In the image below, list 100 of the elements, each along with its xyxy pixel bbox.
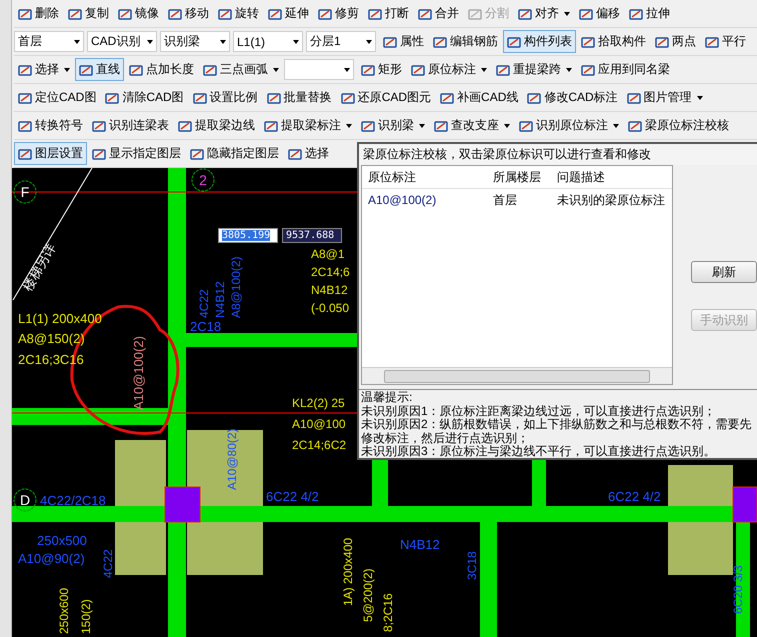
tool-icon — [655, 34, 669, 48]
tool-icon — [268, 6, 282, 20]
tool-icon — [527, 90, 542, 104]
tool-icon — [468, 6, 482, 20]
tool-icon — [507, 34, 521, 48]
toolbar-button[interactable]: 提取梁边线 — [174, 114, 259, 137]
tool-icon — [218, 6, 232, 20]
tool-icon — [18, 118, 32, 132]
tool-icon — [519, 118, 533, 132]
tool-icon — [629, 6, 643, 20]
toolbar-button[interactable]: 批量替换 — [262, 86, 336, 109]
tool-icon — [92, 146, 106, 160]
toolbar-button[interactable]: 删除 — [14, 2, 63, 25]
coordinate-field[interactable]: 9537.688 — [282, 228, 342, 243]
toolbar-button[interactable]: 识别连梁表 — [88, 114, 173, 137]
tool-icon — [496, 62, 510, 76]
toolbar-button[interactable]: 构件列表 — [503, 30, 576, 53]
tool-icon — [105, 90, 120, 104]
toolbar-button[interactable]: 设置比例 — [188, 86, 262, 109]
toolbar-button[interactable]: 打断 — [364, 2, 413, 25]
tool-icon — [129, 62, 143, 76]
tool-icon — [579, 6, 593, 20]
toolbar-button[interactable]: 两点 — [651, 30, 700, 53]
toolbar-button[interactable]: 清除CAD图 — [101, 86, 188, 109]
toolbar-button[interactable]: 隐藏指定图层 — [186, 142, 283, 165]
cad-annotation: KL2(2) 25 — [292, 396, 345, 410]
column-header[interactable]: 原位标注 — [362, 168, 487, 186]
toolbar-button[interactable]: 修改CAD标注 — [523, 86, 622, 109]
column-header[interactable]: 问题描述 — [553, 168, 672, 186]
toolbar-button[interactable]: 图片管理 — [622, 86, 707, 109]
toolbar-button[interactable]: 补画CAD线 — [436, 86, 522, 109]
dropdown-field[interactable]: 识别梁 — [160, 31, 230, 52]
toolbar-button[interactable]: 平行 — [701, 30, 750, 53]
tool-icon — [79, 62, 93, 76]
toolbar-button[interactable]: 还原CAD图元 — [336, 86, 436, 109]
toolbar-button[interactable]: 矩形 — [357, 58, 406, 81]
dropdown-field[interactable]: 分层1 — [306, 31, 376, 52]
toolbar-button[interactable]: 镜像 — [114, 2, 163, 25]
tool-icon — [203, 62, 217, 76]
dropdown-field[interactable]: L1(1) — [233, 31, 303, 52]
toolbar-button[interactable]: 点加长度 — [125, 58, 198, 81]
cad-annotation: 1A) 200x400 — [341, 538, 355, 606]
cad-annotation: 250x500 — [37, 533, 87, 548]
toolbar-button[interactable]: 梁原位标注校核 — [624, 114, 733, 137]
toolbar-button[interactable]: 拾取构件 — [577, 30, 650, 53]
toolbar-button[interactable]: 三点画弧 — [199, 58, 283, 81]
cad-annotation: (-0.050 — [311, 301, 350, 315]
axis-marker: D — [14, 488, 36, 512]
dropdown-field[interactable]: 首层 — [14, 31, 84, 52]
tool-icon — [18, 6, 32, 20]
toolbar-button[interactable]: 应用到同名梁 — [577, 58, 674, 81]
tool-icon — [418, 6, 432, 20]
toolbar-button[interactable]: 属性 — [379, 30, 428, 53]
cad-annotation: 2C14;6C2 — [292, 438, 346, 452]
tool-icon — [318, 6, 332, 20]
toolbar-button[interactable]: 重提梁跨 — [492, 58, 576, 81]
horizontal-scrollbar[interactable] — [362, 367, 672, 384]
toolbar-button[interactable]: 合并 — [414, 2, 463, 25]
tip-text: 未识别原因1：原位标注距离梁边线过远，可以直接进行点选识别； — [361, 404, 717, 418]
toolbar-button[interactable]: 拉伸 — [625, 2, 674, 25]
toolbar-button[interactable]: 对齐 — [514, 2, 574, 25]
toolbar-button[interactable]: 识别梁 — [357, 114, 429, 137]
toolbar-button[interactable]: 提取梁标注 — [260, 114, 356, 137]
cad-annotation: A10@100(2) — [131, 336, 146, 410]
tool-icon — [192, 90, 207, 104]
toolbar-button[interactable]: 偏移 — [575, 2, 624, 25]
table-cell-text: A10@100(2) — [367, 193, 438, 207]
toolbar-button[interactable]: 选择 — [284, 142, 333, 165]
column-header[interactable]: 所属楼层 — [487, 168, 553, 186]
toolbar-button[interactable]: 编辑钢筋 — [429, 30, 502, 53]
toolbar-button[interactable]: 转换符号 — [14, 114, 87, 137]
cad-annotation: A8@1 — [311, 247, 345, 261]
toolbar-button[interactable]: 查改支座 — [430, 114, 514, 137]
tool-icon — [705, 34, 719, 48]
cad-annotation: 楼梯另详 — [20, 240, 59, 294]
toolbar-button[interactable]: 识别原位标注 — [515, 114, 623, 137]
toolbar-button[interactable]: 显示指定图层 — [88, 142, 185, 165]
tool-icon — [18, 146, 32, 160]
toolbar-button[interactable]: 直线 — [75, 58, 124, 81]
cad-annotation: 5@200(2) — [361, 568, 375, 622]
toolbar-button[interactable]: 移动 — [164, 2, 213, 25]
toolbar-button[interactable]: 定位CAD图 — [14, 86, 100, 109]
dropdown-field[interactable]: CAD识别 — [87, 31, 157, 52]
dialog-button[interactable]: 刷新 — [691, 261, 757, 283]
coordinate-field[interactable]: 3805.199 — [218, 228, 278, 243]
table-cell-text: 首层 — [492, 192, 518, 208]
tool-icon — [626, 90, 641, 104]
axis-marker: 2 — [192, 168, 214, 192]
toolbar-button[interactable]: 复制 — [64, 2, 113, 25]
cad-annotation: 3C18 — [465, 551, 479, 580]
dropdown-field[interactable] — [284, 59, 354, 80]
cad-annotation: N4B12 — [311, 283, 348, 297]
toolbar-button[interactable]: 延伸 — [264, 2, 313, 25]
toolbar-button[interactable]: 图层设置 — [14, 142, 87, 165]
cad-annotation: 6C20 3/3 — [731, 565, 745, 614]
toolbar-button[interactable]: 旋转 — [214, 2, 263, 25]
toolbar-button[interactable]: 选择 — [14, 58, 74, 81]
cad-annotation: A10@100 — [292, 417, 346, 431]
toolbar-button[interactable]: 修剪 — [314, 2, 363, 25]
toolbar-button[interactable]: 原位标注 — [407, 58, 491, 81]
